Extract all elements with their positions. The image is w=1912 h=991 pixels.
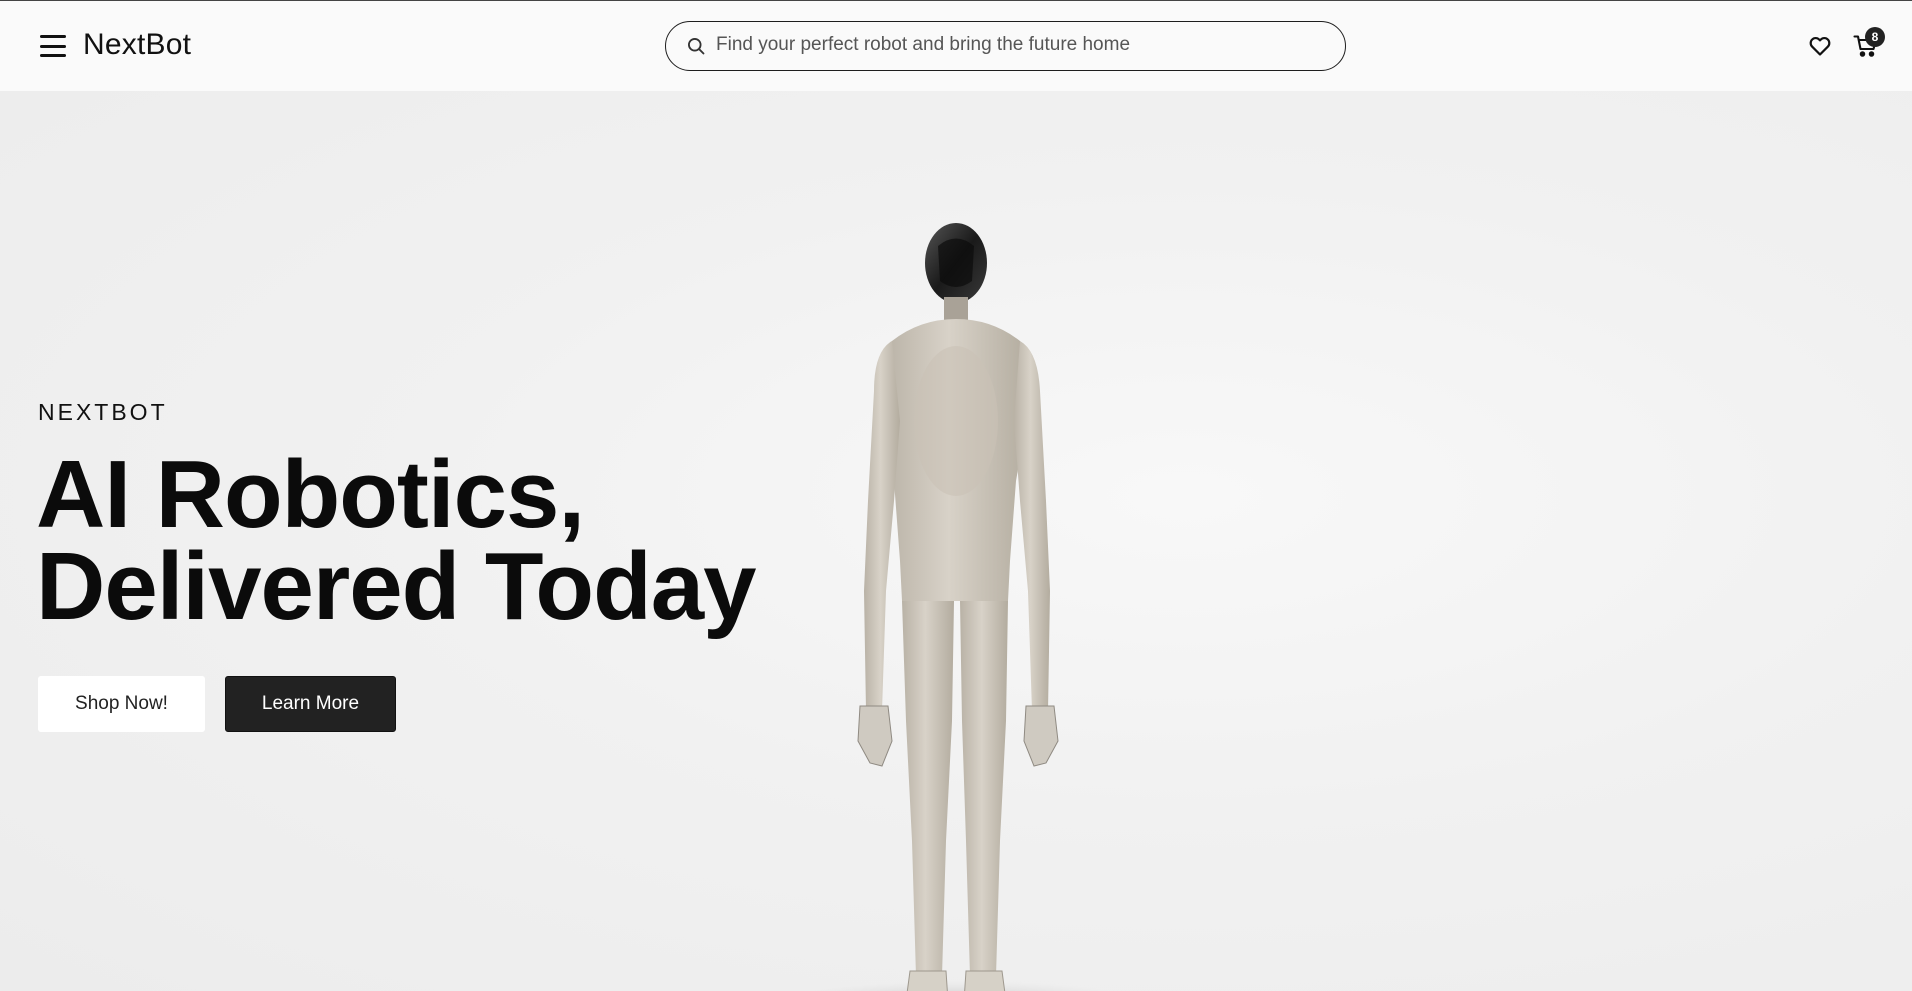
- hero-section: NEXTBOT AI Robotics, Delivered Today Sho…: [0, 91, 1912, 991]
- hero-headline: AI Robotics, Delivered Today: [36, 441, 756, 640]
- headline-line-2: Delivered Today: [36, 533, 756, 640]
- humanoid-robot-image: [770, 201, 1170, 991]
- cart-count-badge: 8: [1865, 27, 1885, 47]
- search-icon: [688, 38, 705, 55]
- headline-line-1: AI Robotics,: [36, 441, 585, 548]
- search-input[interactable]: [716, 22, 1326, 68]
- brand-logo[interactable]: NextBot: [83, 28, 191, 62]
- hamburger-menu-icon[interactable]: [40, 35, 66, 57]
- learn-more-button[interactable]: Learn More: [225, 676, 396, 732]
- heart-icon[interactable]: [1808, 34, 1832, 58]
- shop-now-button[interactable]: Shop Now!: [38, 676, 205, 732]
- top-navigation-bar: NextBot 8: [0, 1, 1912, 91]
- hero-eyebrow: NEXTBOT: [38, 399, 168, 425]
- search-bar[interactable]: [665, 21, 1346, 71]
